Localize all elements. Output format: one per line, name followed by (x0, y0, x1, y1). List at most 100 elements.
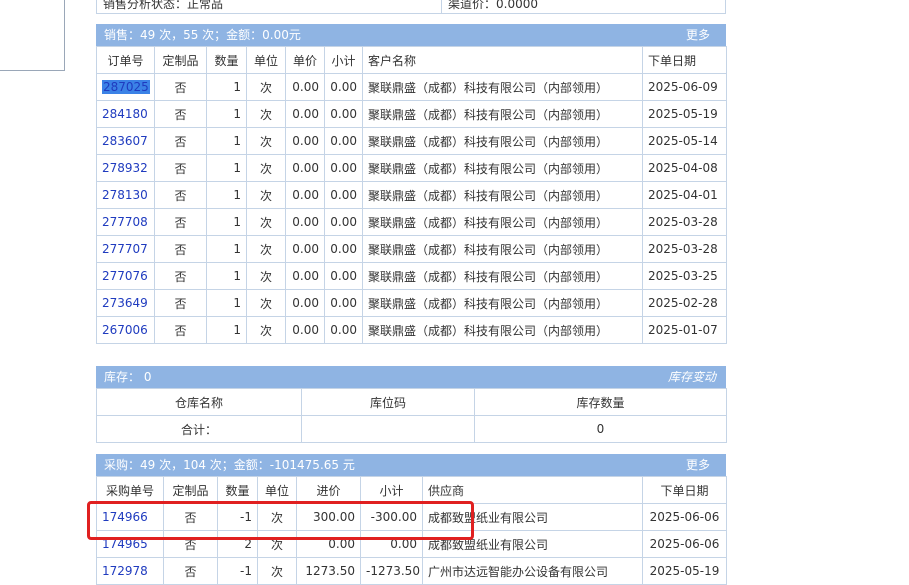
cell-subtotal: 0.00 (324, 73, 363, 101)
cell-party: 聚联鼎盛（成都）科技有限公司（内部领用） (362, 316, 643, 344)
sales-row: 278932 否 1 次 0.00 0.00 聚联鼎盛（成都）科技有限公司（内部领用） 202… (96, 154, 727, 182)
cell-party: 聚联鼎盛（成都）科技有限公司（内部领用） (362, 262, 643, 290)
stock-summary: 库存： 0 (104, 370, 152, 384)
cell-order-no[interactable]: 287025 (96, 73, 155, 101)
cell-party: 聚联鼎盛（成都）科技有限公司（内部领用） (362, 100, 643, 128)
cell-custom: 否 (154, 208, 207, 236)
cell-subtotal: -1273.50 (360, 557, 423, 585)
cell-order-no[interactable]: 277708 (96, 208, 155, 236)
order-link[interactable]: 273649 (102, 296, 148, 310)
cell-order-no[interactable]: 172978 (96, 557, 164, 585)
cell-custom: 否 (154, 154, 207, 182)
order-link[interactable]: 284180 (102, 107, 148, 121)
order-link[interactable]: 277707 (102, 242, 148, 256)
cell-qty: 1 (206, 208, 247, 236)
cell-order-date: 2025-02-28 (642, 289, 727, 317)
cell-party: 聚联鼎盛（成都）科技有限公司（内部领用） (362, 235, 643, 263)
cell-qty: 1 (206, 181, 247, 209)
sales-row: 277076 否 1 次 0.00 0.00 聚联鼎盛（成都）科技有限公司（内部领用） 202… (96, 262, 727, 290)
cell-qty: 1 (206, 316, 247, 344)
cell-subtotal: 0.00 (324, 316, 363, 344)
col-qty: 数量 (217, 476, 258, 504)
cell-qty: 1 (206, 154, 247, 182)
cell-custom: 否 (154, 181, 207, 209)
cell-qty: -1 (217, 557, 258, 585)
purchase-summary: 采购：49 次，104 次；金额：-101475.65 元 (104, 458, 355, 472)
cell-party: 聚联鼎盛（成都）科技有限公司（内部领用） (362, 73, 643, 101)
cell-order-no[interactable]: 277707 (96, 235, 155, 263)
sales-row: 277707 否 1 次 0.00 0.00 聚联鼎盛（成都）科技有限公司（内部领用） 202… (96, 235, 727, 263)
cell-price: 0.00 (285, 235, 325, 263)
cell-order-no[interactable]: 273649 (96, 289, 155, 317)
cell-unit: 次 (246, 181, 286, 209)
cell-party: 聚联鼎盛（成都）科技有限公司（内部领用） (362, 127, 643, 155)
cell-qty: 1 (206, 235, 247, 263)
cell-order-no[interactable]: 278932 (96, 154, 155, 182)
cell-custom: 否 (154, 316, 207, 344)
order-link[interactable]: 267006 (102, 323, 148, 337)
cell-party: 聚联鼎盛（成都）科技有限公司（内部领用） (362, 208, 643, 236)
cell-unit: 次 (246, 127, 286, 155)
cell-order-no[interactable]: 284180 (96, 100, 155, 128)
cell-price: 0.00 (285, 100, 325, 128)
cell-subtotal: 0.00 (324, 154, 363, 182)
col-purchase-no: 采购单号 (96, 476, 164, 504)
cell-order-date: 2025-04-01 (642, 181, 727, 209)
col-order-date: 下单日期 (642, 476, 727, 504)
sales-summary: 销售：49 次，55 次；金额：0.00元 (104, 28, 301, 42)
cell-qty: 1 (206, 127, 247, 155)
col-unit: 单位 (246, 46, 286, 74)
cell-unit: 次 (246, 100, 286, 128)
col-supplier: 供应商 (422, 476, 643, 504)
cell-order-no[interactable]: 283607 (96, 127, 155, 155)
channel-price: 渠道价：0.0000 (448, 0, 538, 11)
sales-more-link[interactable]: 更多 (686, 24, 710, 46)
sales-header: 销售：49 次，55 次；金额：0.00元 更多 (96, 24, 726, 46)
cell-qty: 1 (206, 100, 247, 128)
cell-custom: 否 (154, 289, 207, 317)
stock-total-value: 0 (474, 415, 727, 443)
cell-order-date: 2025-05-19 (642, 557, 727, 585)
cell-custom: 否 (154, 100, 207, 128)
order-link[interactable]: 277076 (102, 269, 148, 283)
order-link[interactable]: 287025 (102, 80, 150, 94)
cell-order-no[interactable]: 278130 (96, 181, 155, 209)
cell-price: 0.00 (285, 262, 325, 290)
cell-unit: 次 (246, 235, 286, 263)
stock-total-empty (301, 415, 475, 443)
stock-change-link[interactable]: 库存变动 (668, 366, 716, 388)
purchase-more-link[interactable]: 更多 (686, 454, 710, 476)
col-stock-qty: 库存数量 (474, 388, 727, 416)
order-link[interactable]: 277708 (102, 215, 148, 229)
col-order-date: 下单日期 (642, 46, 727, 74)
order-link[interactable]: 283607 (102, 134, 148, 148)
sales-row: 287025 否 1 次 0.00 0.00 聚联鼎盛（成都）科技有限公司（内部领用） 202… (96, 73, 727, 101)
cell-order-date: 2025-03-28 (642, 235, 727, 263)
cell-price: 0.00 (285, 73, 325, 101)
cell-order-no[interactable]: 267006 (96, 316, 155, 344)
sales-row: 284180 否 1 次 0.00 0.00 聚联鼎盛（成都）科技有限公司（内部领用） 202… (96, 100, 727, 128)
cell-order-no[interactable]: 277076 (96, 262, 155, 290)
purchase-row: 172978 否 -1 次 1273.50 -1273.50 广州市达远智能办公设备有限公司… (96, 557, 727, 585)
col-customer: 客户名称 (362, 46, 643, 74)
sales-header-row: 订单号 定制品 数量 单位 单价 小计 客户名称 下单日期 (96, 46, 727, 74)
cell-unit: 次 (246, 289, 286, 317)
order-link[interactable]: 278932 (102, 161, 148, 175)
cell-unit: 次 (246, 208, 286, 236)
cell-unit: 次 (246, 262, 286, 290)
sales-row: 273649 否 1 次 0.00 0.00 聚联鼎盛（成都）科技有限公司（内部领用） 202… (96, 289, 727, 317)
col-warehouse: 仓库名称 (96, 388, 302, 416)
top-info-row: 销售分析状态：正常品 渠道价：0.0000 (96, 0, 726, 14)
cell-unit: 次 (246, 154, 286, 182)
stock-table: 仓库名称 库位码 库存数量 合计： 0 (96, 388, 727, 443)
sales-status: 销售分析状态：正常品 (97, 0, 442, 13)
col-custom: 定制品 (163, 476, 218, 504)
order-link[interactable]: 278130 (102, 188, 148, 202)
cell-price: 0.00 (285, 289, 325, 317)
stock-header-row: 仓库名称 库位码 库存数量 (96, 388, 727, 416)
cell-price: 0.00 (285, 181, 325, 209)
cell-unit: 次 (246, 316, 286, 344)
cell-party: 聚联鼎盛（成都）科技有限公司（内部领用） (362, 289, 643, 317)
sales-table: 订单号 定制品 数量 单位 单价 小计 客户名称 下单日期 287025 否 1 次 0… (96, 46, 727, 344)
cell-custom: 否 (154, 262, 207, 290)
